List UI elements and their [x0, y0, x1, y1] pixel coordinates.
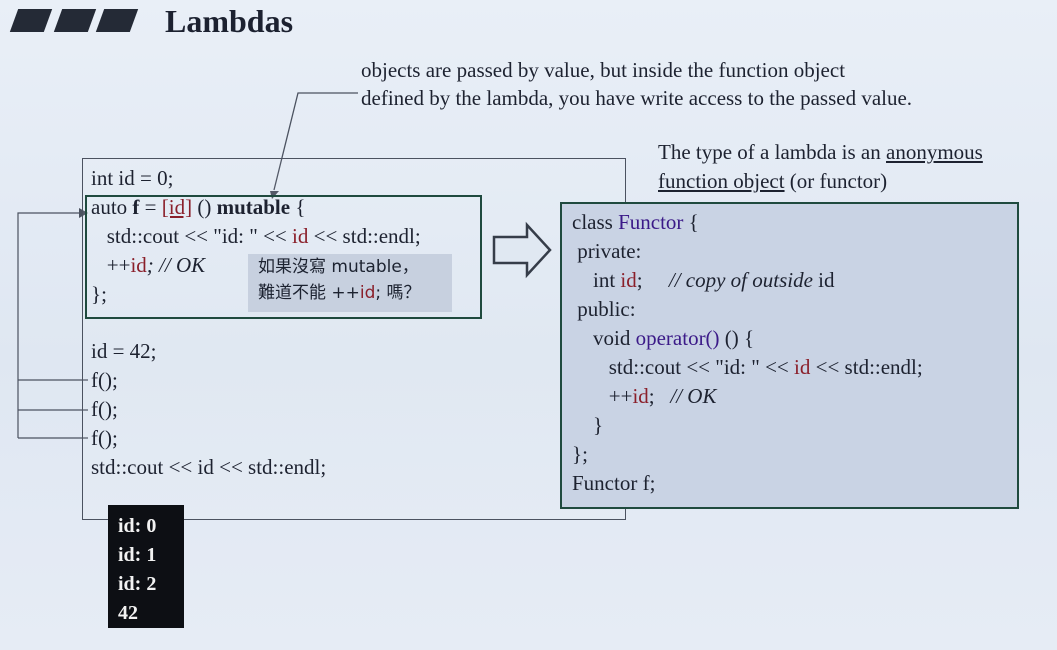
- code-token: () {: [719, 326, 755, 350]
- code-token: class: [572, 210, 619, 234]
- annotation-identifier: id: [359, 283, 376, 303]
- code-comment: ; // OK: [146, 253, 206, 277]
- caption-text: (or functor): [784, 169, 888, 193]
- functor-code-block: class Functor { private: int id; // copy…: [572, 208, 923, 498]
- code-token: {: [683, 210, 699, 234]
- output-line: id: 1: [118, 544, 157, 566]
- output-line: id: 0: [118, 515, 157, 537]
- code-identifier: id: [794, 355, 811, 379]
- code-line-call: f();: [91, 426, 118, 450]
- code-line-print: std::cout << id << std::endl;: [91, 455, 327, 479]
- code-token: ;: [648, 384, 671, 408]
- code-token: }: [572, 413, 604, 437]
- code-token: (): [192, 195, 217, 219]
- capture-list: [id]: [161, 195, 193, 219]
- caption-text: The type of a lambda is an: [658, 140, 887, 164]
- code-line-declare-id: int id = 0;: [91, 166, 174, 190]
- code-statements: id = 42; f(); f(); f(); std::cout << id …: [91, 337, 326, 482]
- class-name: Functor: [618, 210, 684, 234]
- console-output: id: 0 id: 1 id: 2 42: [108, 505, 184, 628]
- code-line-assign: id = 42;: [91, 339, 157, 363]
- code-token: auto: [91, 195, 133, 219]
- code-token: public:: [572, 297, 636, 321]
- mutable-keyword: mutable: [216, 195, 291, 219]
- annotation-line1: 如果沒寫 mutable，: [258, 257, 419, 277]
- annotation-token: 難道不能 ++: [258, 283, 360, 303]
- code-token: ++: [572, 384, 633, 408]
- code-token: ++: [91, 253, 131, 277]
- code-token: << std::endl;: [308, 224, 421, 248]
- functor-caption: The type of a lambda is an anonymous fun…: [658, 138, 983, 196]
- code-token: =: [139, 195, 162, 219]
- code-token: {: [290, 195, 306, 219]
- code-identifier: id: [130, 253, 147, 277]
- code-comment: // OK: [670, 384, 717, 408]
- code-identifier: id: [620, 268, 637, 292]
- chinese-annotation: 如果沒寫 mutable， 難道不能 ++id; 嗎？: [248, 254, 452, 312]
- code-token: int: [572, 268, 621, 292]
- output-line: id: 2: [118, 573, 157, 595]
- code-token: };: [572, 442, 588, 466]
- annotation-token: ; 嗎？: [375, 283, 421, 303]
- code-line-call: f();: [91, 397, 118, 421]
- code-token: << std::endl;: [810, 355, 923, 379]
- code-token: Functor f;: [572, 471, 656, 495]
- code-comment: // copy of outside: [668, 268, 813, 292]
- code-token: void: [572, 326, 636, 350]
- code-line-call: f();: [91, 368, 118, 392]
- annotation-line2: 難道不能 ++id; 嗎？: [258, 280, 452, 306]
- code-token: std::cout << "id: " <<: [91, 224, 293, 248]
- caption-underlined: anonymous: [886, 140, 983, 164]
- operator-name: operator(): [635, 326, 720, 350]
- code-token: std::cout << "id: " <<: [572, 355, 795, 379]
- output-line: 42: [118, 602, 138, 624]
- code-identifier: id: [292, 224, 309, 248]
- code-token: id: [812, 268, 835, 292]
- code-token: ;: [636, 268, 669, 292]
- code-token: };: [91, 282, 107, 306]
- code-identifier: id: [632, 384, 649, 408]
- caption-underlined: function object: [658, 169, 785, 193]
- code-token: private:: [572, 239, 642, 263]
